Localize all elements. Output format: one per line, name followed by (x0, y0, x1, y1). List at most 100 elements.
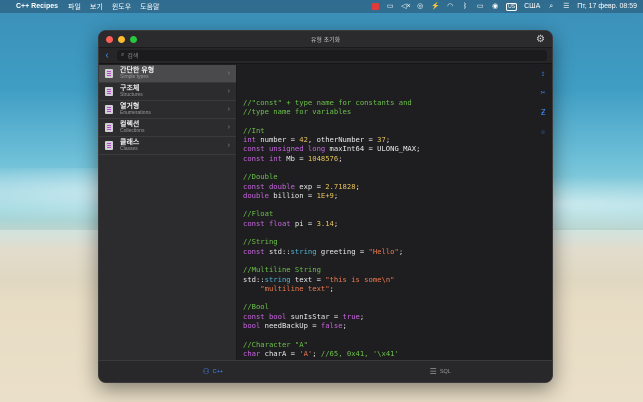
chevron-right-icon: › (227, 70, 230, 77)
tab-bar: ⚇ C++ ☰ SQL (99, 360, 553, 382)
battery-icon[interactable]: ▭ (476, 3, 484, 10)
code-token: ; (333, 218, 339, 228)
document-icon (105, 87, 113, 96)
search-icon[interactable]: ⌕ (547, 3, 555, 10)
sidebar-item-collections[interactable]: 컬렉션 Collections › (99, 119, 236, 137)
code-token: "Hello" (368, 246, 399, 256)
code-token: sunIsStar = (286, 311, 343, 321)
share-icon[interactable]: ⇪ (538, 69, 548, 78)
code-token: number = (255, 135, 300, 145)
sidebar-item-label: 열거형 (120, 103, 140, 110)
gear-icon[interactable]: ⚙ (535, 34, 546, 45)
star-icon[interactable]: ☆ (538, 127, 548, 136)
sidebar-item-structures[interactable]: 구조체 Structures › (99, 83, 236, 101)
code-token: //Float (243, 209, 274, 219)
search-icon: ⌕ (121, 52, 125, 58)
code-line: //Double (243, 172, 548, 181)
flash-icon[interactable]: ⚡ (431, 3, 440, 10)
tab-cpp[interactable]: ⚇ C++ (99, 361, 327, 382)
code-line: //"const" + type name for constants and (243, 98, 548, 107)
app-menu[interactable]: C++ Recipes (16, 3, 58, 10)
search-row: ‹ ⌕ 검색 (99, 48, 552, 64)
sidebar-item-sublabel: Enumerations (120, 110, 151, 116)
menu-help[interactable]: 도움말 (140, 2, 159, 12)
control-center-icon[interactable]: ☰ (562, 3, 570, 10)
code-token: 2.71828 (325, 181, 356, 191)
code-token: false (320, 321, 343, 331)
code-token: bool (243, 321, 261, 331)
chevron-right-icon: › (227, 88, 230, 95)
tab-label: SQL (439, 368, 451, 375)
menu-window[interactable]: 윈도우 (112, 2, 131, 12)
sidebar-item-sublabel: Simple types (120, 74, 149, 80)
code-token: Mb = (281, 153, 308, 163)
back-chevron-icon[interactable]: ‹ (99, 50, 115, 61)
input-source-label[interactable]: США (524, 3, 540, 10)
menu-bar: C++ Recipes 파일 보기 윈도우 도움말 ▭ ◁× ◎ ⚡ ◠ ᛒ ▭… (0, 0, 643, 13)
status-area: ▭ ◁× ◎ ⚡ ◠ ᛒ ▭ ◉ US США ⌕ ☰ Пт, 17 февр.… (372, 2, 637, 11)
code-token: const double (243, 181, 295, 191)
code-token: //String (243, 237, 278, 247)
search-input[interactable]: ⌕ 검색 (117, 50, 547, 61)
code-line: std::string text = "this is some\n" (243, 275, 548, 284)
sort-icon[interactable]: Ƶ (538, 108, 548, 117)
scissors-icon[interactable]: ✂ (538, 88, 548, 97)
sidebar-item-simple-types[interactable]: 간단한 유형 Simple types › (99, 65, 236, 83)
search-placeholder: 검색 (127, 54, 139, 60)
code-token: 42 (299, 135, 308, 145)
code-token: maxInt64 = ULONG_MAX; (325, 144, 421, 154)
code-token: exp = (294, 181, 326, 191)
message-icon[interactable]: ▭ (386, 3, 394, 10)
code-token: //type name for variables (243, 107, 352, 117)
code-token: 1048576 (307, 153, 339, 163)
code-view[interactable]: ⇪ ✂ Ƶ ☆ //"const" + type name for consta… (237, 65, 552, 362)
menu-view[interactable]: 보기 (90, 2, 103, 12)
recording-icon[interactable] (372, 3, 380, 10)
code-token: std:: (264, 246, 291, 256)
code-token: //Character "A" (243, 339, 308, 349)
code-line: const std::string greeting = "Hello"; (243, 247, 548, 256)
code-token: //Bool (243, 302, 269, 312)
chevron-right-icon: › (227, 142, 230, 149)
sidebar-item-enumerations[interactable]: 열거형 Enumerations › (99, 101, 236, 119)
sidebar-item-classes[interactable]: 클래스 Classes › (99, 137, 236, 155)
code-token: ; (312, 348, 321, 358)
code-token: const int (243, 153, 282, 163)
sidebar-item-sublabel: Classes (120, 146, 138, 152)
menu-file[interactable]: 파일 (68, 2, 81, 12)
document-icon (105, 69, 113, 78)
code-token: ; (355, 181, 360, 191)
document-icon (105, 105, 113, 114)
user-icon[interactable]: ◉ (491, 3, 499, 10)
code-line: //Character "A" (243, 340, 548, 349)
title-bar: 유형 초기화 ⚙ (99, 31, 552, 48)
code-token: greeting = (316, 246, 369, 256)
code-token: //65, 0x41, '\x41' (320, 348, 399, 358)
code-token: billion = (268, 190, 317, 200)
vpn-icon[interactable]: ◎ (416, 3, 424, 10)
code-token: string (290, 246, 317, 256)
wifi-icon[interactable]: ◠ (446, 3, 454, 10)
document-icon (105, 123, 113, 132)
code-token: double (243, 190, 269, 200)
input-source-badge[interactable]: US (506, 2, 518, 11)
code-token: 37 (377, 135, 386, 145)
tab-sql[interactable]: ☰ SQL (327, 361, 553, 382)
clock[interactable]: Пт, 17 февр. 08:59 (577, 3, 637, 10)
code-token: 1E+9 (316, 190, 334, 200)
sidebar-item-sublabel: Collections (120, 128, 145, 134)
code-line: //Float (243, 209, 548, 218)
document-icon (105, 141, 113, 150)
window-title: 유형 초기화 (310, 37, 341, 44)
code-token: //"const" + type name for constants and (243, 97, 412, 107)
code-line: //String (243, 237, 548, 246)
code-token: , otherNumber = (307, 135, 378, 145)
code-token: const float (243, 218, 291, 228)
volume-mute-icon[interactable]: ◁× (401, 3, 410, 10)
bluetooth-icon[interactable]: ᛒ (461, 3, 469, 10)
code-token: ; (329, 283, 334, 293)
